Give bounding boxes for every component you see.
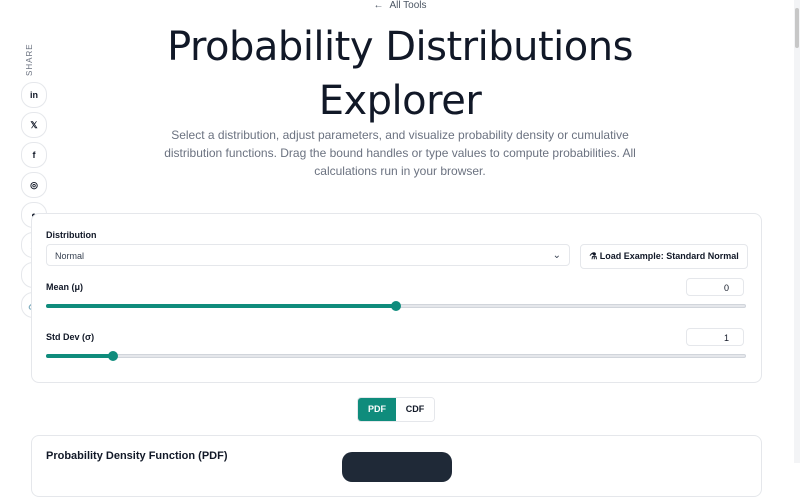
page-title-line1: Probability Distributions bbox=[167, 24, 633, 70]
distribution-label: Distribution bbox=[46, 230, 97, 240]
cdf-tab[interactable]: CDF bbox=[396, 398, 434, 421]
page-title: Probability Distributions Explorer bbox=[0, 20, 800, 128]
flask-icon: ⚗ bbox=[589, 251, 598, 261]
chart-card-title: Probability Density Function (PDF) bbox=[46, 450, 228, 462]
scrollbar-thumb[interactable] bbox=[795, 8, 799, 48]
linkedin-share-button[interactable]: in bbox=[21, 82, 47, 108]
share-label: SHARE bbox=[25, 43, 34, 76]
page-scrollbar[interactable] bbox=[794, 0, 800, 463]
x-icon: 𝕏 bbox=[30, 119, 38, 130]
std-slider[interactable] bbox=[46, 351, 746, 361]
std-input[interactable]: 1 bbox=[686, 328, 744, 346]
std-slider-track bbox=[46, 354, 746, 358]
mean-slider-fill bbox=[46, 304, 396, 308]
chevron-down-icon: ⌄ bbox=[552, 250, 561, 261]
arrow-left-icon: ← bbox=[373, 0, 384, 11]
page-subtitle: Select a distribution, adjust parameters… bbox=[164, 128, 636, 178]
pdf-tab[interactable]: PDF bbox=[358, 398, 396, 421]
facebook-icon: f bbox=[32, 150, 36, 160]
all-tools-link[interactable]: ← All Tools bbox=[0, 0, 800, 11]
chart-card: Probability Density Function (PDF) bbox=[31, 435, 762, 497]
load-example-label: Load Example: Standard Normal bbox=[599, 251, 739, 261]
x-share-button[interactable]: 𝕏 bbox=[21, 112, 47, 138]
all-tools-label: All Tools bbox=[389, 0, 427, 11]
linkedin-icon: in bbox=[30, 90, 38, 100]
facebook-share-button[interactable]: f bbox=[21, 142, 47, 168]
std-label: Std Dev (σ) bbox=[46, 332, 95, 342]
distribution-select[interactable]: Normal ⌄ bbox=[46, 244, 570, 266]
load-example-button[interactable]: ⚗ Load Example: Standard Normal bbox=[580, 244, 748, 269]
parameters-card: Distribution Normal ⌄ ⚗ Load Example: St… bbox=[31, 213, 762, 383]
page-title-line2: Explorer bbox=[318, 78, 482, 124]
std-slider-fill bbox=[46, 354, 114, 358]
mean-label: Mean (μ) bbox=[46, 282, 84, 292]
distribution-select-value: Normal bbox=[55, 251, 85, 261]
mean-slider-thumb[interactable] bbox=[391, 301, 401, 311]
mean-input[interactable]: 0 bbox=[686, 278, 744, 296]
std-slider-thumb[interactable] bbox=[108, 351, 119, 361]
whatsapp-icon: ◎ bbox=[30, 179, 38, 190]
function-toggle: PDF CDF bbox=[357, 397, 435, 422]
chart-toolbar[interactable] bbox=[342, 452, 452, 482]
whatsapp-share-button[interactable]: ◎ bbox=[21, 172, 47, 198]
mean-slider[interactable] bbox=[46, 301, 746, 311]
